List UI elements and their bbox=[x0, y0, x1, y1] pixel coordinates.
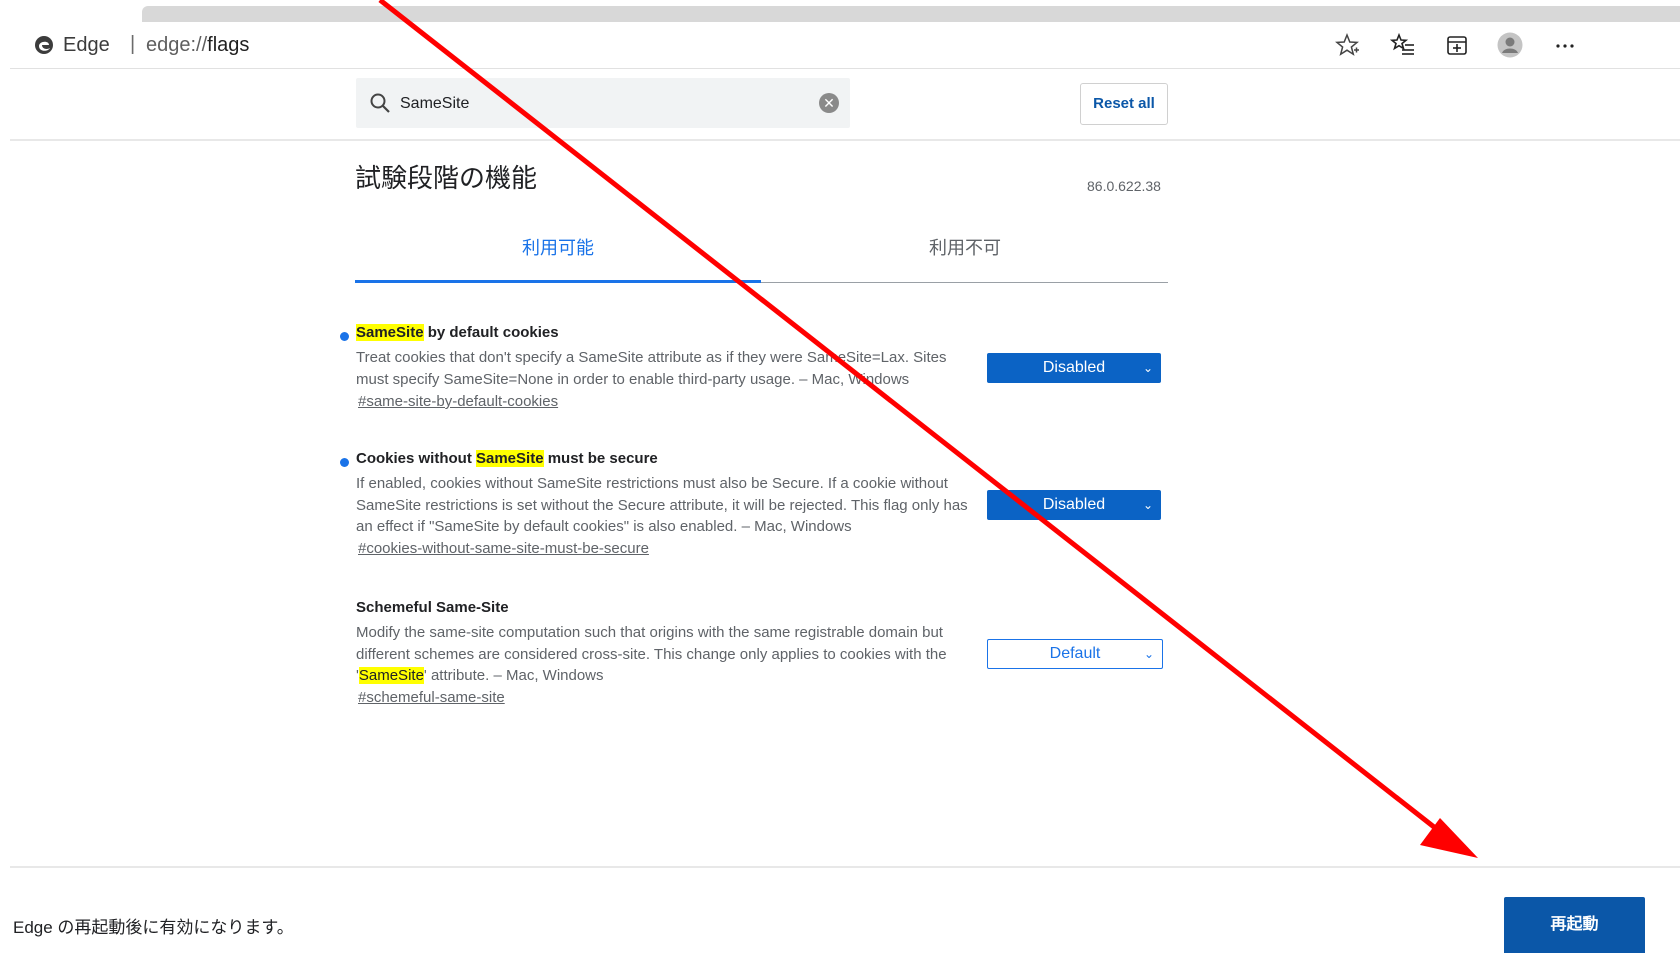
experiment-permalink[interactable]: #schemeful-same-site bbox=[358, 689, 505, 706]
favorite-star-icon[interactable] bbox=[1334, 32, 1360, 58]
modified-indicator-dot bbox=[340, 332, 349, 341]
restart-button[interactable]: 再起動 bbox=[1504, 897, 1645, 953]
search-input[interactable] bbox=[398, 88, 782, 120]
url-host: flags bbox=[207, 34, 250, 56]
tab-strip-background bbox=[142, 6, 1680, 22]
chevron-down-icon: ⌄ bbox=[1143, 647, 1154, 661]
title-text: Cookies without bbox=[356, 450, 476, 467]
search-highlight: SameSite bbox=[358, 667, 424, 684]
tab-available[interactable]: 利用可能 bbox=[355, 225, 761, 283]
url-scheme: edge:// bbox=[146, 34, 208, 56]
experiment-title: Cookies without SameSite must be secure bbox=[356, 450, 658, 467]
selected-value: Default bbox=[1049, 645, 1101, 662]
search-highlight: SameSite bbox=[476, 450, 544, 467]
restart-footer: Edge の再起動後に有効になります。 再起動 bbox=[10, 866, 1680, 953]
experiment-description: Treat cookies that don't specify a SameS… bbox=[356, 349, 947, 388]
favorites-list-icon[interactable] bbox=[1390, 32, 1416, 58]
tab-strip bbox=[0, 0, 1680, 22]
active-tab[interactable] bbox=[0, 0, 142, 22]
search-highlight: SameSite bbox=[356, 324, 424, 341]
tab-unavailable[interactable]: 利用不可 bbox=[762, 225, 1168, 282]
chevron-down-icon: ⌄ bbox=[1142, 361, 1153, 375]
annotation-arrowhead bbox=[1420, 818, 1478, 858]
experiment-permalink[interactable]: #same-site-by-default-cookies bbox=[358, 393, 558, 410]
address-bar[interactable]: Edge | edge://flags bbox=[10, 22, 1680, 69]
browser-brand: Edge bbox=[63, 34, 110, 56]
address-separator: | bbox=[130, 33, 136, 55]
description-text: ' attribute. – Mac, Windows bbox=[423, 667, 604, 684]
version-label: 86.0.622.38 bbox=[1087, 178, 1161, 194]
experiment-description: Modify the same-site computation such th… bbox=[356, 622, 976, 687]
selected-value: Disabled bbox=[1042, 359, 1106, 376]
selected-value: Disabled bbox=[1042, 496, 1106, 513]
url-text[interactable]: edge://flags bbox=[146, 34, 249, 57]
experiment-state-select[interactable]: Default ⌄ bbox=[987, 639, 1163, 669]
more-menu-icon[interactable] bbox=[1552, 32, 1578, 58]
edge-logo-icon bbox=[35, 36, 53, 54]
title-text: by default cookies bbox=[423, 324, 559, 341]
reset-all-button[interactable]: Reset all bbox=[1080, 83, 1168, 125]
experiment-title: SameSite by default cookies bbox=[356, 324, 559, 341]
experiment-state-select[interactable]: Disabled ⌄ bbox=[987, 353, 1161, 383]
chevron-down-icon: ⌄ bbox=[1142, 498, 1153, 512]
clear-search-icon[interactable]: ✕ bbox=[819, 93, 839, 113]
title-text: must be secure bbox=[543, 450, 658, 467]
experiment-state-select[interactable]: Disabled ⌄ bbox=[987, 490, 1161, 520]
experiment-title: Schemeful Same-Site bbox=[356, 599, 509, 616]
flags-tabs: 利用可能 利用不可 bbox=[355, 225, 1168, 283]
experiment-same-site-by-default-cookies: SameSite by default cookies Treat cookie… bbox=[340, 324, 1200, 414]
search-box[interactable]: ✕ bbox=[356, 78, 850, 128]
experiment-schemeful-same-site: Schemeful Same-Site Modify the same-site… bbox=[340, 599, 1200, 709]
modified-indicator-dot bbox=[340, 458, 349, 467]
profile-avatar-icon[interactable] bbox=[1497, 32, 1523, 58]
experiment-permalink[interactable]: #cookies-without-same-site-must-be-secur… bbox=[358, 540, 649, 557]
search-icon bbox=[370, 93, 390, 113]
title-text: Schemeful Same-Site bbox=[356, 599, 509, 616]
experiment-description: If enabled, cookies without SameSite res… bbox=[356, 475, 968, 535]
collections-icon[interactable] bbox=[1444, 32, 1470, 58]
page-title: 試験段階の機能 bbox=[355, 163, 538, 193]
restart-message: Edge の再起動後に有効になります。 bbox=[13, 918, 294, 937]
experiment-cookies-without-same-site-must-be-secure: Cookies without SameSite must be secure … bbox=[340, 450, 1200, 560]
